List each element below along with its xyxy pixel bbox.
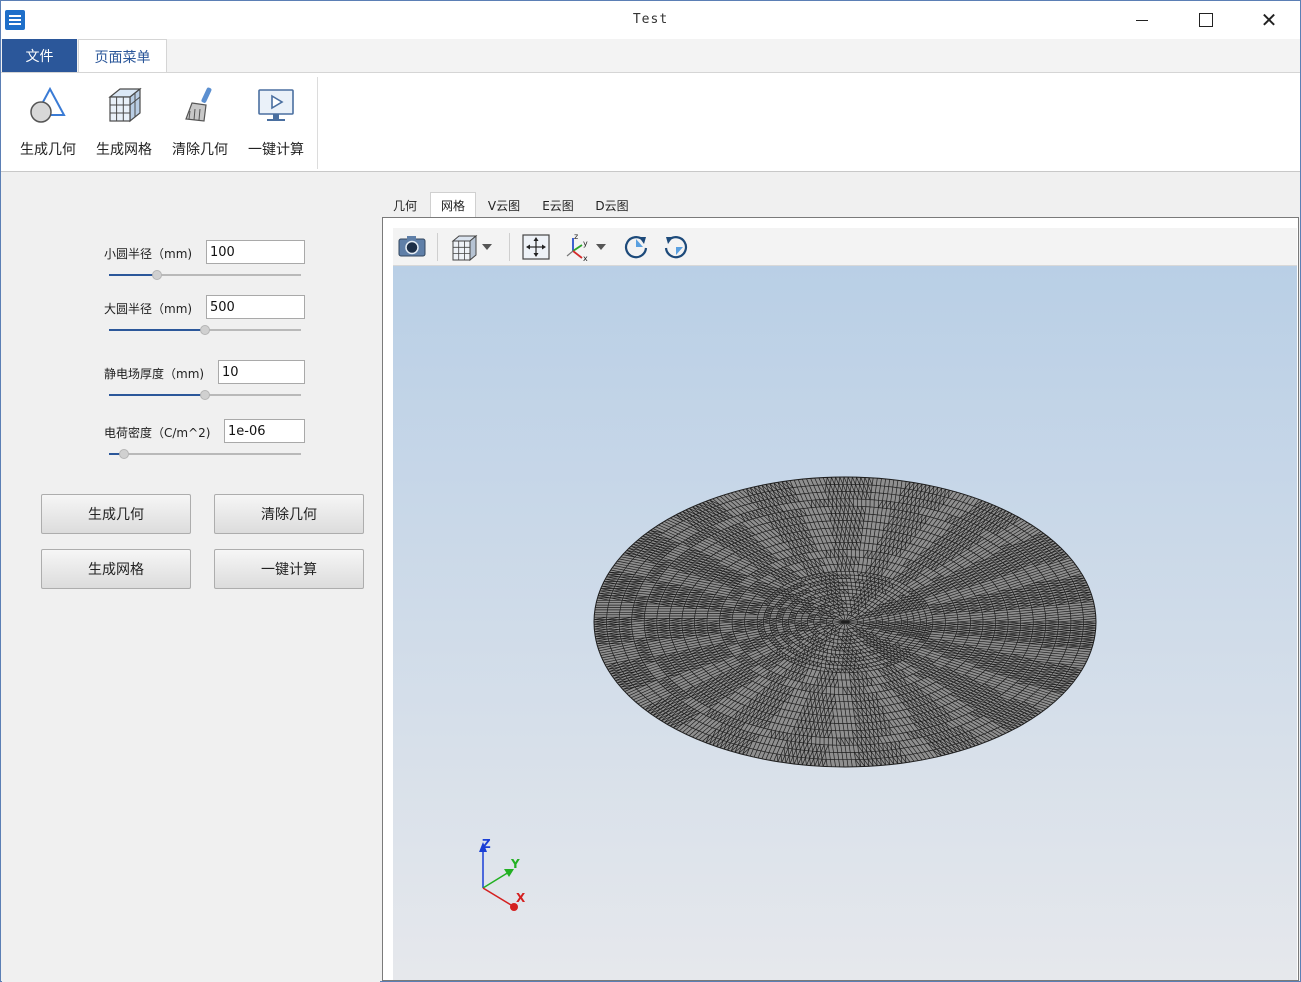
slider-fill: [109, 274, 157, 276]
ribbon-panel: 生成几何 生成网格 清除几何 一键计算: [1, 72, 1300, 172]
ribbon-button-label: 清除几何: [172, 142, 228, 158]
thickness-input[interactable]: [218, 360, 305, 384]
small-radius-slider[interactable]: [109, 270, 301, 280]
small-radius-input[interactable]: [206, 240, 305, 264]
generate-mesh-button[interactable]: 生成网格: [41, 549, 191, 589]
tab-mesh[interactable]: 网格: [430, 192, 476, 218]
app-window: Test ✕ 文件 页面菜单 生成几何 生成网格 清除几何 一键计算 小圆半径（…: [0, 0, 1301, 982]
fit-view-button[interactable]: [521, 232, 551, 262]
close-icon: ✕: [1260, 8, 1278, 32]
toolbar-separator: [437, 233, 438, 261]
mesh-cube-icon: [108, 87, 142, 123]
rotate-clockwise-button[interactable]: [621, 232, 651, 262]
charge-density-label: 电荷密度（C/m^2): [104, 426, 211, 440]
minimize-icon: [1136, 19, 1148, 21]
tab-d-contour[interactable]: D云图: [589, 192, 635, 218]
y-axis-label: Y: [510, 857, 520, 871]
view-mode-dropdown[interactable]: [449, 232, 492, 262]
tab-file[interactable]: 文件: [2, 39, 77, 72]
play-screen-icon: [258, 89, 294, 121]
view-cube-icon: [451, 234, 478, 262]
large-radius-slider[interactable]: [109, 325, 301, 335]
fit-view-icon: [522, 234, 550, 260]
toolbar-separator: [509, 233, 510, 261]
svg-text:x: x: [583, 254, 588, 262]
title-bar: Test ✕: [1, 1, 1300, 39]
ribbon-tab-bar: 文件 页面菜单: [1, 39, 1300, 73]
chevron-down-icon: [596, 244, 606, 250]
charge-density-input[interactable]: [224, 419, 305, 443]
ribbon-button-label: 生成几何: [20, 142, 76, 158]
tab-geometry[interactable]: 几何: [385, 192, 425, 218]
clear-geometry-button[interactable]: 清除几何: [214, 494, 364, 534]
large-radius-input[interactable]: [206, 295, 305, 319]
slider-handle[interactable]: [200, 325, 210, 335]
axes-triad: Z Y X: [479, 837, 526, 911]
slider-handle[interactable]: [119, 449, 130, 459]
screenshot-button[interactable]: [397, 232, 427, 262]
x-axis-line: [482, 887, 512, 906]
chevron-down-icon: [482, 244, 492, 250]
slider-handle[interactable]: [200, 390, 210, 400]
ribbon-compute-button[interactable]: 一键计算: [240, 81, 312, 165]
maximize-button[interactable]: [1175, 1, 1237, 39]
close-button[interactable]: ✕: [1238, 1, 1300, 39]
ribbon-button-label: 一键计算: [248, 142, 304, 158]
axes-orientation-dropdown[interactable]: z y x: [563, 232, 606, 262]
tab-v-contour[interactable]: V云图: [481, 192, 527, 218]
slider-handle[interactable]: [152, 270, 162, 280]
rotate-ccw-icon: [664, 236, 688, 259]
ribbon-separator: [317, 77, 318, 169]
slider-fill: [109, 329, 205, 331]
compute-button[interactable]: 一键计算: [214, 549, 364, 589]
camera-icon: [398, 236, 426, 257]
3d-viewport[interactable]: Z Y X: [393, 266, 1297, 980]
large-radius-label: 大圆半径（mm): [104, 302, 193, 316]
ribbon-generate-geometry-button[interactable]: 生成几何: [12, 81, 84, 165]
window-title: Test: [632, 12, 669, 27]
small-radius-label: 小圆半径（mm): [104, 247, 193, 261]
tab-e-contour[interactable]: E云图: [535, 192, 581, 218]
thickness-label: 静电场厚度（mm): [104, 367, 205, 381]
minimize-button[interactable]: [1111, 1, 1173, 39]
y-axis-line: [482, 871, 510, 889]
generate-geometry-button[interactable]: 生成几何: [41, 494, 191, 534]
x-axis-label: X: [516, 891, 526, 905]
charge-density-slider[interactable]: [109, 449, 301, 459]
ribbon-clear-geometry-button[interactable]: 清除几何: [164, 81, 236, 165]
broom-icon: [185, 87, 212, 122]
parameter-panel: 小圆半径（mm) 大圆半径（mm) 静电场厚度（mm) 电荷密度（C/m^2) …: [2, 176, 380, 982]
ribbon-generate-mesh-button[interactable]: 生成网格: [88, 81, 160, 165]
view-toolbar: z y x: [393, 228, 1297, 266]
maximize-icon: [1199, 13, 1213, 27]
ribbon-button-label: 生成网格: [96, 142, 152, 158]
view-frame: z y x Z Y X: [382, 217, 1299, 981]
geometry-icon: [30, 86, 66, 123]
thickness-slider[interactable]: [109, 390, 301, 400]
svg-text:y: y: [583, 239, 588, 248]
svg-text:z: z: [574, 232, 578, 241]
tab-page-menu[interactable]: 页面菜单: [78, 39, 167, 73]
slider-fill: [109, 394, 205, 396]
axes-orient-icon: z y x: [566, 232, 588, 262]
rotate-cw-icon: [624, 236, 648, 259]
rotate-counterclockwise-button[interactable]: [661, 232, 691, 262]
z-axis-label: Z: [482, 837, 491, 851]
